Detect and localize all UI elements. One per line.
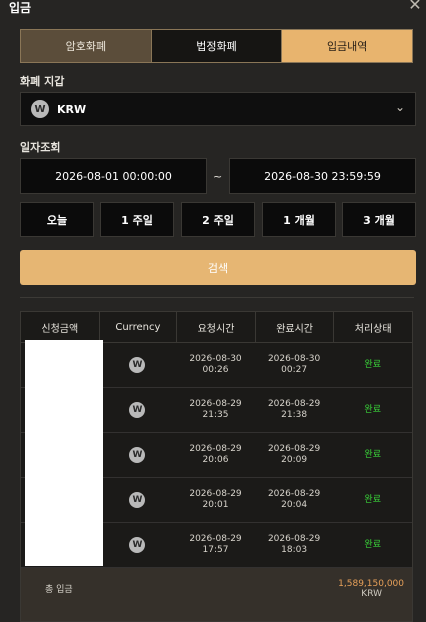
won-coin-icon: W [129, 492, 146, 508]
request-time: 20:01 [202, 500, 229, 510]
status-badge: 완료 [364, 494, 381, 505]
status-badge: 완료 [364, 449, 381, 460]
status-badge: 완료 [364, 359, 381, 370]
tab-crypto[interactable]: 암호화폐 [21, 30, 151, 62]
two-weeks-button[interactable]: 2 주일 [181, 202, 255, 237]
request-time-cell: 2026-08-30 00:26 [176, 343, 255, 387]
date-separator: ~ [213, 170, 223, 183]
request-time-cell: 2026-08-29 20:06 [176, 433, 255, 477]
wallet-label: 화폐 지갑 [20, 75, 65, 88]
complete-time: 18:03 [281, 545, 308, 555]
currency-cell: W [99, 433, 177, 477]
complete-time: 00:27 [281, 365, 308, 375]
complete-time-cell: 2026-08-29 18:03 [255, 523, 334, 567]
chevron-down-icon: ⌄ [394, 100, 405, 114]
status-badge: 완료 [364, 539, 381, 550]
wallet-select[interactable]: W KRW ⌄ [20, 92, 416, 126]
request-time: 17:57 [202, 545, 229, 555]
end-date-input[interactable]: 2026-08-30 23:59:59 [229, 158, 416, 194]
total-footer: 총 입금 1,589,150,000 KRW [20, 568, 413, 622]
today-button[interactable]: 오늘 [20, 202, 94, 237]
request-date: 2026-08-29 [189, 444, 242, 454]
request-date: 2026-08-29 [189, 399, 242, 409]
complete-date: 2026-08-29 [267, 444, 321, 454]
currency-cell: W [99, 343, 177, 387]
request-time-cell: 2026-08-29 17:57 [176, 523, 255, 567]
complete-time-cell: 2026-08-29 21:38 [255, 388, 334, 432]
tab-fiat[interactable]: 법정화폐 [150, 30, 282, 62]
table-header: 신청금액 Currency 요청시간 완료시간 처리상태 [21, 312, 412, 343]
complete-time: 21:38 [281, 410, 308, 420]
complete-date: 2026-08-29 [267, 534, 321, 544]
complete-time-cell: 2026-08-30 00:27 [255, 343, 334, 387]
won-coin-icon: W [129, 402, 146, 418]
won-coin-icon: W [129, 357, 146, 373]
request-date: 2026-08-30 [189, 354, 242, 364]
request-time-cell: 2026-08-29 20:01 [176, 478, 255, 522]
wallet-selected-value: KRW [57, 102, 87, 116]
close-icon[interactable]: ✕ [406, 0, 424, 14]
col-request-time-header: 요청시간 [176, 312, 255, 342]
col-currency-header: Currency [98, 312, 177, 342]
tab-deposit-history[interactable]: 입금내역 [281, 30, 413, 62]
won-coin-icon: W [129, 537, 146, 553]
col-status-header: 처리상태 [333, 312, 412, 342]
complete-date: 2026-08-30 [267, 354, 321, 364]
total-amount: 1,589,150,000 [338, 579, 404, 589]
request-date: 2026-08-29 [189, 534, 242, 544]
complete-date: 2026-08-29 [267, 489, 321, 499]
request-date: 2026-08-29 [189, 489, 242, 499]
request-time: 00:26 [202, 365, 229, 375]
total-label: 총 입금 [45, 585, 73, 595]
won-coin-icon: W [129, 447, 146, 463]
col-amount-header: 신청금액 [41, 323, 79, 335]
complete-time: 20:04 [281, 500, 308, 510]
three-months-button[interactable]: 3 개월 [342, 202, 416, 237]
request-time: 20:06 [202, 455, 229, 465]
currency-cell: W [99, 388, 177, 432]
modal-header: 입금 ✕ [0, 0, 426, 15]
request-time-cell: 2026-08-29 21:35 [176, 388, 255, 432]
tab-bar: 암호화폐 법정화폐 입금내역 [20, 29, 413, 63]
period-label: 일자조회 [20, 141, 61, 154]
modal-title: 입금 [9, 1, 32, 15]
one-month-button[interactable]: 1 개월 [262, 202, 336, 237]
divider [20, 297, 414, 298]
status-badge: 완료 [364, 404, 381, 415]
redaction-block [25, 340, 103, 566]
complete-date: 2026-08-29 [267, 399, 321, 409]
currency-cell: W [99, 523, 177, 567]
complete-time-cell: 2026-08-29 20:09 [255, 433, 334, 477]
complete-time-cell: 2026-08-29 20:04 [255, 478, 334, 522]
one-week-button[interactable]: 1 주일 [100, 202, 174, 237]
currency-cell: W [99, 478, 177, 522]
col-complete-time-header: 완료시간 [254, 312, 334, 342]
won-coin-icon: W [31, 100, 49, 118]
request-time: 21:35 [202, 410, 229, 420]
complete-time: 20:09 [281, 455, 308, 465]
total-currency: KRW [361, 589, 382, 599]
search-button[interactable]: 검색 [20, 250, 416, 285]
start-date-input[interactable]: 2026-08-01 00:00:00 [20, 158, 207, 194]
